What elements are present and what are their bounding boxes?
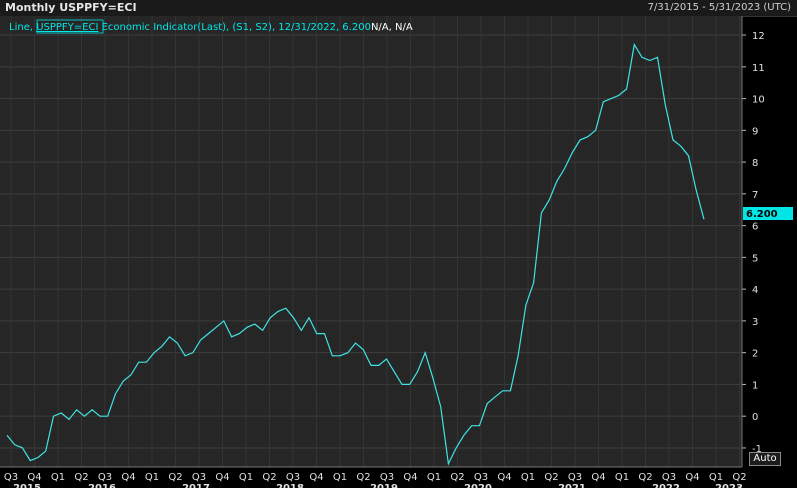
x-quarter-label: Q3 bbox=[192, 472, 206, 483]
x-quarter-label: Q4 bbox=[215, 472, 229, 483]
x-quarter-label: Q2 bbox=[638, 472, 652, 483]
x-year-label: 2015 bbox=[13, 483, 41, 488]
x-quarter-label: Q2 bbox=[356, 472, 370, 483]
y-tick-label: 4 bbox=[752, 285, 758, 296]
y-tick-label: 9 bbox=[752, 126, 758, 137]
x-quarter-label: Q3 bbox=[568, 472, 582, 483]
y-tick-label: 10 bbox=[752, 95, 765, 106]
y-tick-label: 8 bbox=[752, 158, 758, 169]
x-quarter-label: Q2 bbox=[544, 472, 558, 483]
x-quarter-label: Q1 bbox=[427, 472, 441, 483]
x-quarter-label: Q4 bbox=[121, 472, 135, 483]
x-quarter-label: Q2 bbox=[262, 472, 276, 483]
chart-title-bar: Monthly USPPFY=ECI 7/31/2015 - 5/31/2023… bbox=[0, 0, 797, 17]
x-year-label: 2023 bbox=[715, 483, 743, 488]
date-range[interactable]: 7/31/2015 - 5/31/2023 (UTC) bbox=[648, 2, 791, 13]
x-year-label: 2020 bbox=[464, 483, 492, 488]
x-year-label: 2019 bbox=[370, 483, 398, 488]
x-quarter-label: Q1 bbox=[615, 472, 629, 483]
legend-text: Line, USPPFY=ECI Economic Indicator(Last… bbox=[9, 22, 413, 33]
y-tick-label: 1 bbox=[752, 380, 758, 391]
x-quarter-label: Q4 bbox=[591, 472, 605, 483]
x-quarter-label: Q4 bbox=[403, 472, 417, 483]
x-quarter-label: Q1 bbox=[709, 472, 723, 483]
x-quarter-label: Q1 bbox=[239, 472, 253, 483]
auto-scale-button[interactable]: Auto bbox=[749, 452, 781, 466]
x-quarter-label: Q3 bbox=[286, 472, 300, 483]
x-quarter-label: Q3 bbox=[98, 472, 112, 483]
legend-tail: N/A, N/A bbox=[371, 22, 413, 33]
legend-prefix: Line, bbox=[9, 22, 36, 33]
x-quarter-label: Q2 bbox=[168, 472, 182, 483]
x-year-label: 2018 bbox=[276, 483, 304, 488]
x-quarter-label: Q2 bbox=[74, 472, 88, 483]
x-axis: Q3 Q4 Q1 Q2 Q3 Q4 Q1 Q2 Q3 Q4 Q1 Q2 Q3 Q4 Q1 Q2 Q3 Q4 Q1 Q2… bbox=[0, 466, 747, 488]
x-quarter-label: Q1 bbox=[51, 472, 65, 483]
x-quarter-label: Q3 bbox=[4, 472, 18, 483]
last-value-badge: 6.200 bbox=[743, 207, 793, 220]
y-tick-label: 0 bbox=[752, 412, 758, 423]
y-tick-label: 11 bbox=[752, 63, 765, 74]
x-year-label: 2022 bbox=[652, 483, 680, 488]
x-year-label: 2016 bbox=[88, 483, 116, 488]
x-quarter-label: Q3 bbox=[662, 472, 676, 483]
legend-description: Economic Indicator(Last), (S1, S2), 12/3… bbox=[98, 22, 371, 33]
x-quarter-label: Q1 bbox=[333, 472, 347, 483]
x-quarter-label: Q2 bbox=[450, 472, 464, 483]
y-tick-label: 6 bbox=[752, 222, 758, 233]
line-chart[interactable]: Q3 Q4 Q1 Q2 Q3 Q4 Q1 Q2 Q3 Q4 Q1 Q2 Q3 Q4 Q1 Q2 Q3 Q4 Q1 Q2… bbox=[0, 16, 797, 488]
x-quarter-label: Q1 bbox=[521, 472, 535, 483]
y-tick-label: 5 bbox=[752, 253, 758, 264]
x-quarter-label: Q4 bbox=[685, 472, 699, 483]
chart-title: Monthly USPPFY=ECI bbox=[5, 1, 137, 14]
plot-area[interactable] bbox=[0, 16, 742, 467]
x-quarter-label: Q4 bbox=[27, 472, 41, 483]
y-tick-label: 7 bbox=[752, 190, 758, 201]
x-year-label: 2021 bbox=[558, 483, 586, 488]
x-quarter-label: Q1 bbox=[145, 472, 159, 483]
y-tick-label: 2 bbox=[752, 349, 758, 360]
y-tick-label: 12 bbox=[752, 31, 765, 42]
legend[interactable]: Line, USPPFY=ECI Economic Indicator(Last… bbox=[9, 19, 413, 34]
y-axis: -10123456789101112 bbox=[741, 16, 765, 467]
x-quarter-label: Q2 bbox=[732, 472, 746, 483]
x-quarter-label: Q4 bbox=[497, 472, 511, 483]
x-quarter-label: Q3 bbox=[380, 472, 394, 483]
legend-ric[interactable]: USPPFY=ECI bbox=[36, 22, 98, 33]
x-quarter-label: Q3 bbox=[474, 472, 488, 483]
x-quarter-label: Q4 bbox=[309, 472, 323, 483]
y-tick-label: 3 bbox=[752, 317, 758, 328]
last-value-badge-text: 6.200 bbox=[746, 209, 778, 220]
x-year-label: 2017 bbox=[182, 483, 210, 488]
